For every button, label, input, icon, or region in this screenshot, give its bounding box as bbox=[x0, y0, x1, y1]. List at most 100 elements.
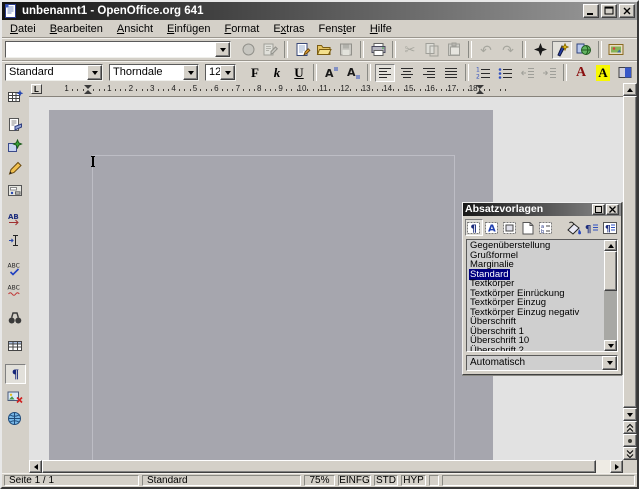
copy-icon[interactable] bbox=[422, 41, 442, 59]
style-list[interactable]: GegenüberstellungGrußformelMarginalieSta… bbox=[466, 239, 618, 352]
menu-fenster[interactable]: Fenster bbox=[312, 22, 363, 36]
insert-icon[interactable] bbox=[5, 86, 26, 106]
horizontal-scrollbar[interactable] bbox=[29, 460, 623, 473]
auto-spellcheck-icon[interactable]: ABC bbox=[5, 280, 26, 300]
style-list-item[interactable]: Überschrift 2 bbox=[467, 346, 604, 352]
numbering-styles-icon[interactable]: ab bbox=[537, 219, 555, 236]
print-icon[interactable] bbox=[368, 41, 388, 59]
stylist-close-button[interactable] bbox=[606, 204, 619, 215]
subscript-icon[interactable]: A bbox=[343, 64, 363, 82]
underline-icon[interactable]: U bbox=[289, 64, 309, 82]
graphics-on-off-icon[interactable] bbox=[5, 386, 26, 406]
horizontal-ruler[interactable]: L 1123456789101112131415161718 bbox=[29, 83, 623, 97]
navigator-icon[interactable] bbox=[530, 41, 550, 59]
menu-einfgen[interactable]: Einfügen bbox=[160, 22, 217, 36]
hyperlink-dialog-icon[interactable] bbox=[574, 41, 594, 59]
edit-file-icon[interactable] bbox=[260, 41, 280, 59]
style-list-scrollbar[interactable] bbox=[604, 240, 617, 351]
stylist-title-bar[interactable]: Absatzvorlagen bbox=[463, 203, 621, 216]
paragraph-background-icon[interactable] bbox=[615, 64, 635, 82]
new-document-icon[interactable] bbox=[292, 41, 312, 59]
align-justify-icon[interactable] bbox=[441, 64, 461, 82]
status-style[interactable]: Standard bbox=[142, 475, 301, 486]
scroll-down-button[interactable] bbox=[623, 408, 637, 421]
redo-icon[interactable]: ↷ bbox=[498, 41, 518, 59]
direct-cursor-icon[interactable] bbox=[5, 230, 26, 250]
style-dropdown-button[interactable] bbox=[87, 65, 102, 80]
status-selection-mode[interactable]: STD bbox=[374, 475, 398, 486]
update-style-icon[interactable]: ¶ bbox=[601, 219, 619, 236]
superscript-icon[interactable]: A bbox=[321, 64, 341, 82]
character-styles-icon[interactable]: A bbox=[483, 219, 501, 236]
insert-fields-icon[interactable] bbox=[5, 114, 26, 134]
menu-ansicht[interactable]: Ansicht bbox=[110, 22, 160, 36]
scroll-up-button[interactable] bbox=[623, 83, 637, 96]
font-size-combobox[interactable]: 12 bbox=[205, 64, 236, 81]
draw-functions-icon[interactable] bbox=[5, 158, 26, 178]
status-zoom[interactable]: 75% bbox=[304, 475, 335, 486]
align-left-icon[interactable] bbox=[375, 64, 395, 82]
url-combobox[interactable] bbox=[5, 41, 231, 58]
size-dropdown-button[interactable] bbox=[220, 65, 235, 80]
stylist-icon[interactable] bbox=[552, 41, 572, 59]
align-center-icon[interactable] bbox=[397, 64, 417, 82]
font-dropdown-button[interactable] bbox=[183, 65, 198, 80]
document-page[interactable] bbox=[49, 110, 493, 460]
tab-type-button[interactable]: L bbox=[31, 84, 42, 94]
close-button[interactable] bbox=[619, 4, 635, 18]
scroll-right-button[interactable] bbox=[610, 460, 623, 473]
data-sources-icon[interactable] bbox=[5, 336, 26, 356]
online-layout-icon[interactable] bbox=[5, 408, 26, 428]
status-page[interactable]: Seite 1 / 1 bbox=[4, 475, 139, 486]
menu-format[interactable]: Format bbox=[217, 22, 266, 36]
open-icon[interactable] bbox=[314, 41, 334, 59]
find-replace-icon[interactable] bbox=[5, 308, 26, 328]
indent-marker-right[interactable] bbox=[476, 90, 484, 94]
page-styles-icon[interactable] bbox=[519, 219, 537, 236]
increase-indent-icon[interactable] bbox=[539, 64, 559, 82]
paragraph-style-combobox[interactable]: Standard bbox=[5, 64, 103, 81]
menu-hilfe[interactable]: Hilfe bbox=[363, 22, 399, 36]
vertical-scroll-thumb[interactable] bbox=[623, 96, 637, 408]
indent-marker-right[interactable] bbox=[476, 85, 484, 89]
font-name-value[interactable]: Thorndale bbox=[110, 65, 183, 80]
gallery-icon[interactable] bbox=[606, 41, 626, 59]
menu-extras[interactable]: Extras bbox=[266, 22, 311, 36]
maximize-button[interactable] bbox=[601, 4, 617, 18]
indent-marker-left[interactable] bbox=[84, 85, 92, 89]
navigation-button[interactable] bbox=[623, 434, 637, 447]
vertical-scrollbar[interactable] bbox=[623, 83, 637, 460]
insert-object-icon[interactable] bbox=[5, 136, 26, 156]
previous-page-button[interactable] bbox=[623, 421, 637, 434]
minimize-button[interactable] bbox=[583, 4, 599, 18]
style-list-thumb[interactable] bbox=[604, 251, 617, 291]
cut-icon[interactable]: ✂ bbox=[400, 41, 420, 59]
url-field[interactable] bbox=[6, 42, 215, 57]
status-hyperlink-mode[interactable]: HYP bbox=[401, 475, 426, 486]
scroll-left-button[interactable] bbox=[29, 460, 42, 473]
title-bar[interactable]: unbenannt1 - OpenOffice.org 641 bbox=[2, 2, 637, 20]
undo-icon[interactable]: ↶ bbox=[476, 41, 496, 59]
style-list-scroll-up[interactable] bbox=[604, 240, 617, 251]
nonprinting-characters-icon[interactable]: ¶ bbox=[5, 364, 26, 384]
decrease-indent-icon[interactable] bbox=[517, 64, 537, 82]
paste-icon[interactable] bbox=[444, 41, 464, 59]
font-name-combobox[interactable]: Thorndale bbox=[109, 64, 199, 81]
paragraph-style-value[interactable]: Standard bbox=[6, 65, 87, 80]
style-filter-value[interactable]: Automatisch bbox=[467, 356, 602, 370]
menu-datei[interactable]: Datei bbox=[3, 22, 43, 36]
url-dropdown-button[interactable] bbox=[215, 42, 230, 57]
bullets-icon[interactable] bbox=[495, 64, 515, 82]
bold-icon[interactable]: F bbox=[245, 64, 265, 82]
style-filter-dropdown[interactable] bbox=[602, 356, 617, 370]
new-style-from-selection-icon[interactable]: ¶ bbox=[583, 219, 601, 236]
autotext-icon[interactable]: AB bbox=[5, 208, 26, 228]
form-functions-icon[interactable] bbox=[5, 180, 26, 200]
italic-icon[interactable]: k bbox=[267, 64, 287, 82]
fill-format-mode-icon[interactable] bbox=[565, 219, 583, 236]
highlighting-icon[interactable]: A bbox=[593, 64, 613, 82]
frame-styles-icon[interactable] bbox=[501, 219, 519, 236]
style-list-scroll-down[interactable] bbox=[604, 340, 617, 351]
font-color-icon[interactable]: A bbox=[571, 64, 591, 82]
stylist-dock-button[interactable] bbox=[592, 204, 605, 215]
